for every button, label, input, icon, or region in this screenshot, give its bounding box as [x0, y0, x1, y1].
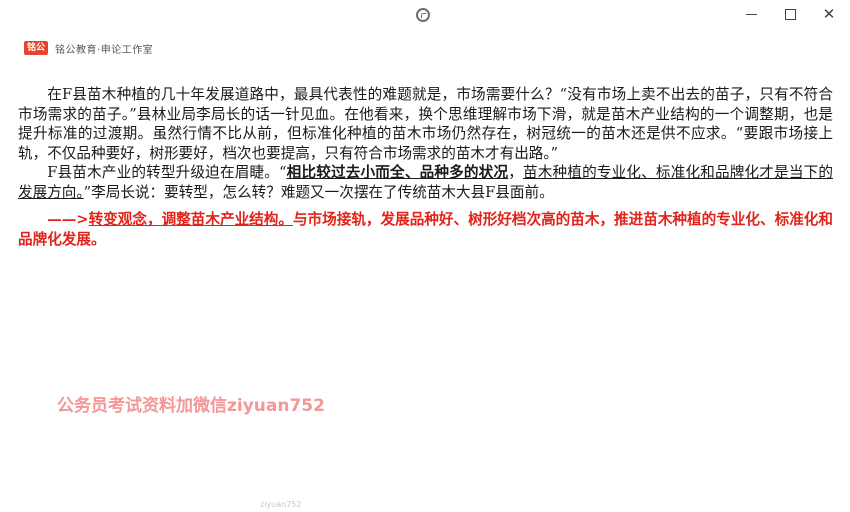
- passage-paragraph-2: F县苗木产业的转型升级迫在眉睫。“相比较过去小而全、品种多的状况，苗木种植的专业…: [18, 163, 833, 202]
- passage-content: 在F县苗木种植的几十年发展道路中，最具代表性的难题就是，市场需要什么？“没有市场…: [18, 85, 833, 249]
- footer-note: ziyuan752: [260, 500, 302, 509]
- minimize-icon: [745, 14, 757, 15]
- brand-header: 铭公 铭公教育·申论工作室: [24, 40, 153, 56]
- brand-logo: 铭公: [24, 41, 49, 55]
- p2-end-text: ”李局长说：要转型，怎么转？难题又一次摆在了传统苗木大县F县面前。: [83, 183, 554, 201]
- answer-paragraph: ——>转变观念，调整苗木产业结构。与市场接轨，发展品种好、树形好档次高的苗木，推…: [18, 210, 833, 249]
- window-titlebar: ✕: [0, 0, 850, 30]
- minimize-button[interactable]: [740, 4, 762, 24]
- spinner-icon: [416, 8, 430, 22]
- p2-start-text: F县苗木产业的转型升级迫在眉睫。“: [47, 164, 287, 181]
- close-icon: ✕: [822, 5, 836, 23]
- watermark-text: 公务员考试资料加微信ziyuan752: [57, 396, 325, 416]
- close-button[interactable]: ✕: [818, 4, 840, 24]
- maximize-button[interactable]: [779, 4, 801, 24]
- maximize-icon: [784, 9, 796, 20]
- brand-name: 铭公教育·申论工作室: [55, 44, 154, 56]
- passage-paragraph-1: 在F县苗木种植的几十年发展道路中，最具代表性的难题就是，市场需要什么？“没有市场…: [18, 86, 833, 162]
- answer-underlined: 转变观念，调整苗木产业结构。: [88, 211, 293, 228]
- p2-comma: ，: [508, 164, 523, 181]
- answer-prefix-arrow: ——>: [47, 211, 89, 228]
- p2-bold-phrase: 相比较过去小而全、品种多的状况: [286, 164, 509, 181]
